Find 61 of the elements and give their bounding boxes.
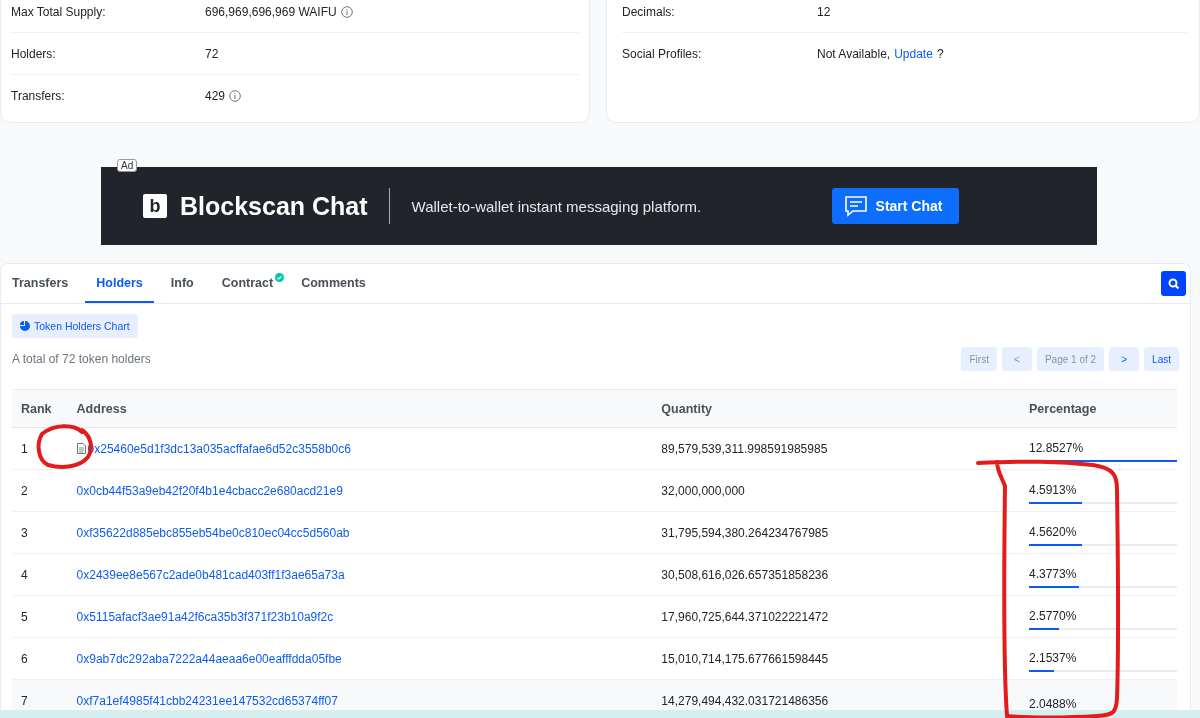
rank-cell: 5 — [21, 609, 28, 624]
quantity-cell: 89,579,539,311.998591985985 — [661, 441, 828, 456]
search-button[interactable] — [1161, 271, 1186, 296]
percentage-cell-text: 4.5913% — [1029, 483, 1078, 497]
ad-badge: Ad — [117, 159, 138, 172]
column-header: Percentage — [1029, 401, 1097, 416]
field-label: Holders: — [11, 46, 57, 61]
quantity-cell: 17,960,725,644.371022221472 — [661, 609, 829, 624]
rank-cell: 6 — [21, 651, 28, 666]
quantity-cell: 15,010,714,175.677661598445 — [661, 651, 829, 666]
address-link[interactable]: 0x5115afacf3ae91a42f6ca35b3f371f23b10a9f2c — [76, 609, 334, 624]
start-chat-button[interactable]: Start Chat — [831, 188, 959, 224]
field-label: Social Profiles: — [622, 46, 703, 61]
field-label: Max Total Supply: — [11, 4, 107, 19]
percentage-cell-text: 2.0488% — [1029, 696, 1078, 711]
quantity-cell: 30,508,616,026.657351858236 — [661, 567, 829, 582]
tab[interactable]: Info — [159, 264, 205, 303]
chat-icon — [843, 195, 868, 217]
rank-cell: 7 — [21, 693, 28, 708]
percentage-cell-text: 12.8527% — [1029, 441, 1085, 455]
brand-name: Blockscan Chat — [180, 188, 390, 224]
tab[interactable]: Holders — [85, 264, 154, 303]
column-header: Address — [76, 401, 127, 416]
address-link[interactable]: 0xf35622d885ebc855eb54be0c810ec04cc5d560ab — [76, 525, 350, 540]
holders-summary: A total of 72 token holders — [12, 352, 151, 366]
pagination-button[interactable]: > — [1109, 347, 1140, 371]
field-value: 696,969,696,969 WAIFU — [205, 4, 337, 19]
tab[interactable]: Contract — [210, 264, 285, 303]
field-value: 72 — [205, 46, 219, 61]
percentage-cell-text: 2.1537% — [1029, 651, 1078, 665]
ad-tagline: Wallet-to-wallet instant messaging platform. — [411, 197, 703, 215]
tab[interactable]: Transfers — [12, 264, 80, 303]
field-value: Not Available, — [817, 46, 891, 61]
field-label: Decimals: — [622, 4, 676, 19]
field-label: Transfers: — [11, 88, 66, 103]
search-icon — [1167, 277, 1180, 290]
column-header: Quantity — [661, 401, 713, 416]
help-mark: ? — [936, 46, 944, 61]
address-link[interactable]: 0x2439ee8e567c2ade0b481cad403ff1f3ae65a73a — [76, 567, 345, 582]
rank-cell: 1 — [21, 441, 28, 456]
address-link[interactable]: 0xf7a1ef4985f41cbb24231ee147532cd65374ff07 — [76, 693, 338, 708]
rank-cell: 2 — [21, 483, 28, 498]
quantity-cell: 14,279,494,432.031721486356 — [661, 693, 829, 708]
column-header: Rank — [21, 401, 52, 416]
pagination-button[interactable]: Last — [1144, 347, 1179, 371]
token-holders-chart-button[interactable]: Token Holders Chart — [12, 314, 138, 338]
rank-cell: 4 — [21, 567, 28, 582]
field-value: 429 — [205, 88, 226, 103]
percentage-cell-text: 2.5770% — [1029, 609, 1078, 623]
address-link[interactable]: 0x0cb44f53a9eb42f20f4b1e4cbacc2e680acd21e9 — [76, 483, 343, 498]
quantity-cell: 32,000,000,000 — [661, 483, 745, 498]
percentage-cell-text: 4.3773% — [1029, 567, 1078, 581]
quantity-cell: 31,795,594,380.264234767985 — [661, 525, 829, 540]
update-link[interactable]: Update — [894, 46, 933, 61]
percentage-cell-text: 4.5620% — [1029, 525, 1078, 539]
pie-chart-icon — [20, 321, 30, 331]
field-value: 12 — [817, 4, 831, 19]
rank-cell: 3 — [21, 525, 28, 540]
address-link[interactable]: 0x9ab7dc292aba7222a44aeaa6e00eafffdda05fbe — [76, 651, 342, 666]
brand-logo: b — [143, 194, 167, 218]
tab[interactable]: Comments — [290, 264, 377, 303]
